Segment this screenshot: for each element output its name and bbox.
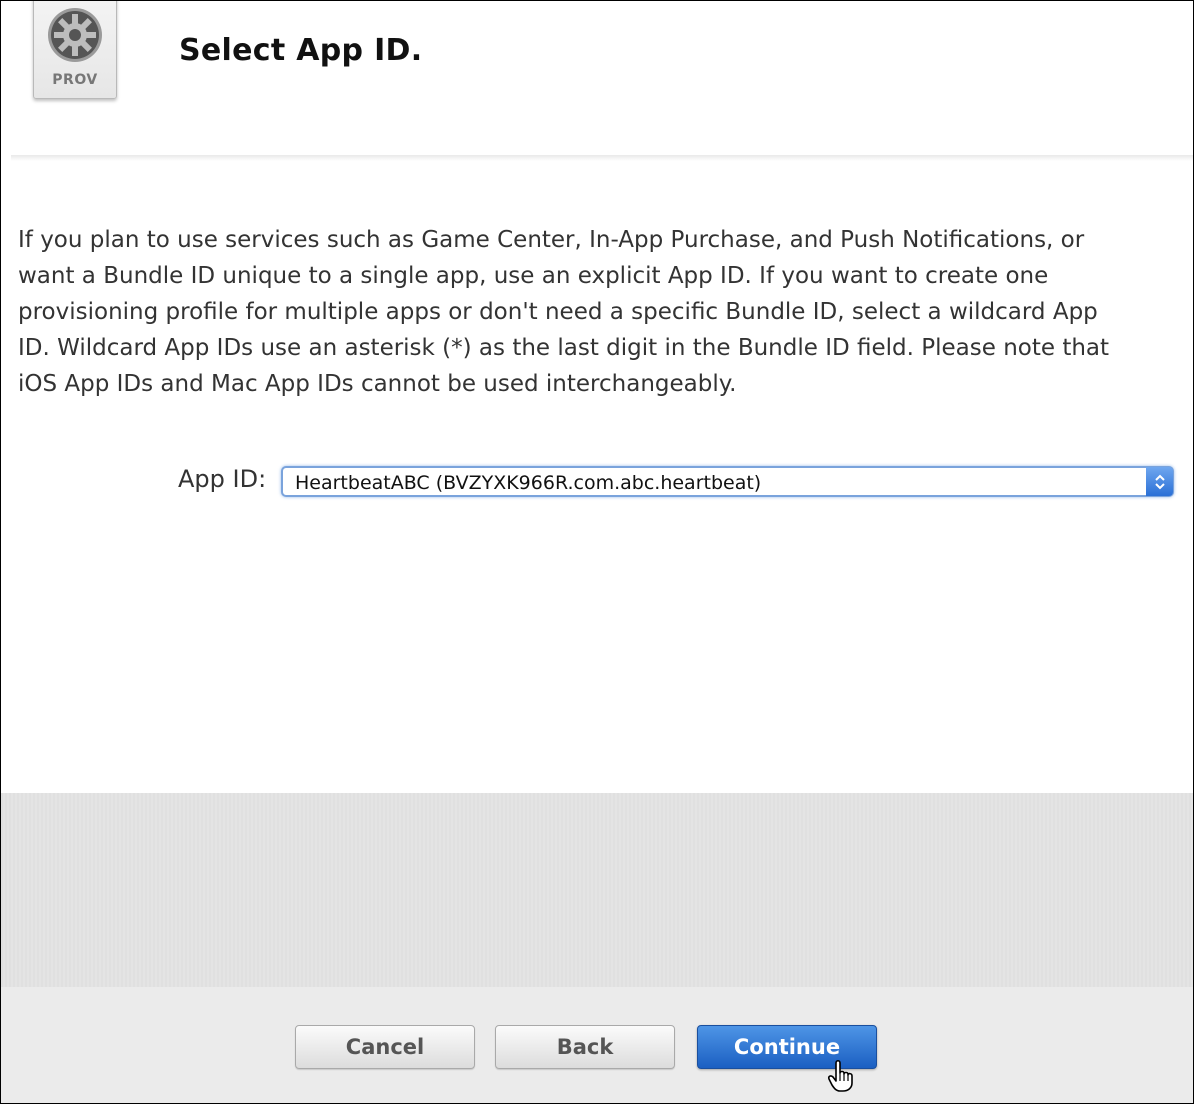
app-id-selected-value: HeartbeatABC (BVZYXK966R.com.abc.heartbe… <box>295 472 762 494</box>
prov-label: PROV <box>52 72 98 88</box>
gear-icon <box>48 8 102 62</box>
footer-texture <box>1 793 1193 987</box>
provisioning-profile-window: PROV Select App ID. If you plan to use s… <box>0 0 1194 1104</box>
back-button[interactable]: Back <box>495 1025 675 1069</box>
header: PROV Select App ID. <box>1 1 1193 156</box>
cancel-button[interactable]: Cancel <box>295 1025 475 1069</box>
provisioning-profile-icon: PROV <box>33 1 117 99</box>
header-divider <box>11 155 1193 161</box>
description-text: If you plan to use services such as Game… <box>18 227 1110 397</box>
select-arrows-icon[interactable] <box>1146 467 1173 496</box>
page-title: Select App ID. <box>179 33 423 68</box>
app-id-select[interactable]: HeartbeatABC (BVZYXK966R.com.abc.heartbe… <box>281 466 1174 497</box>
hand-cursor-icon <box>828 1059 853 1092</box>
app-id-label: App ID: <box>178 465 267 493</box>
